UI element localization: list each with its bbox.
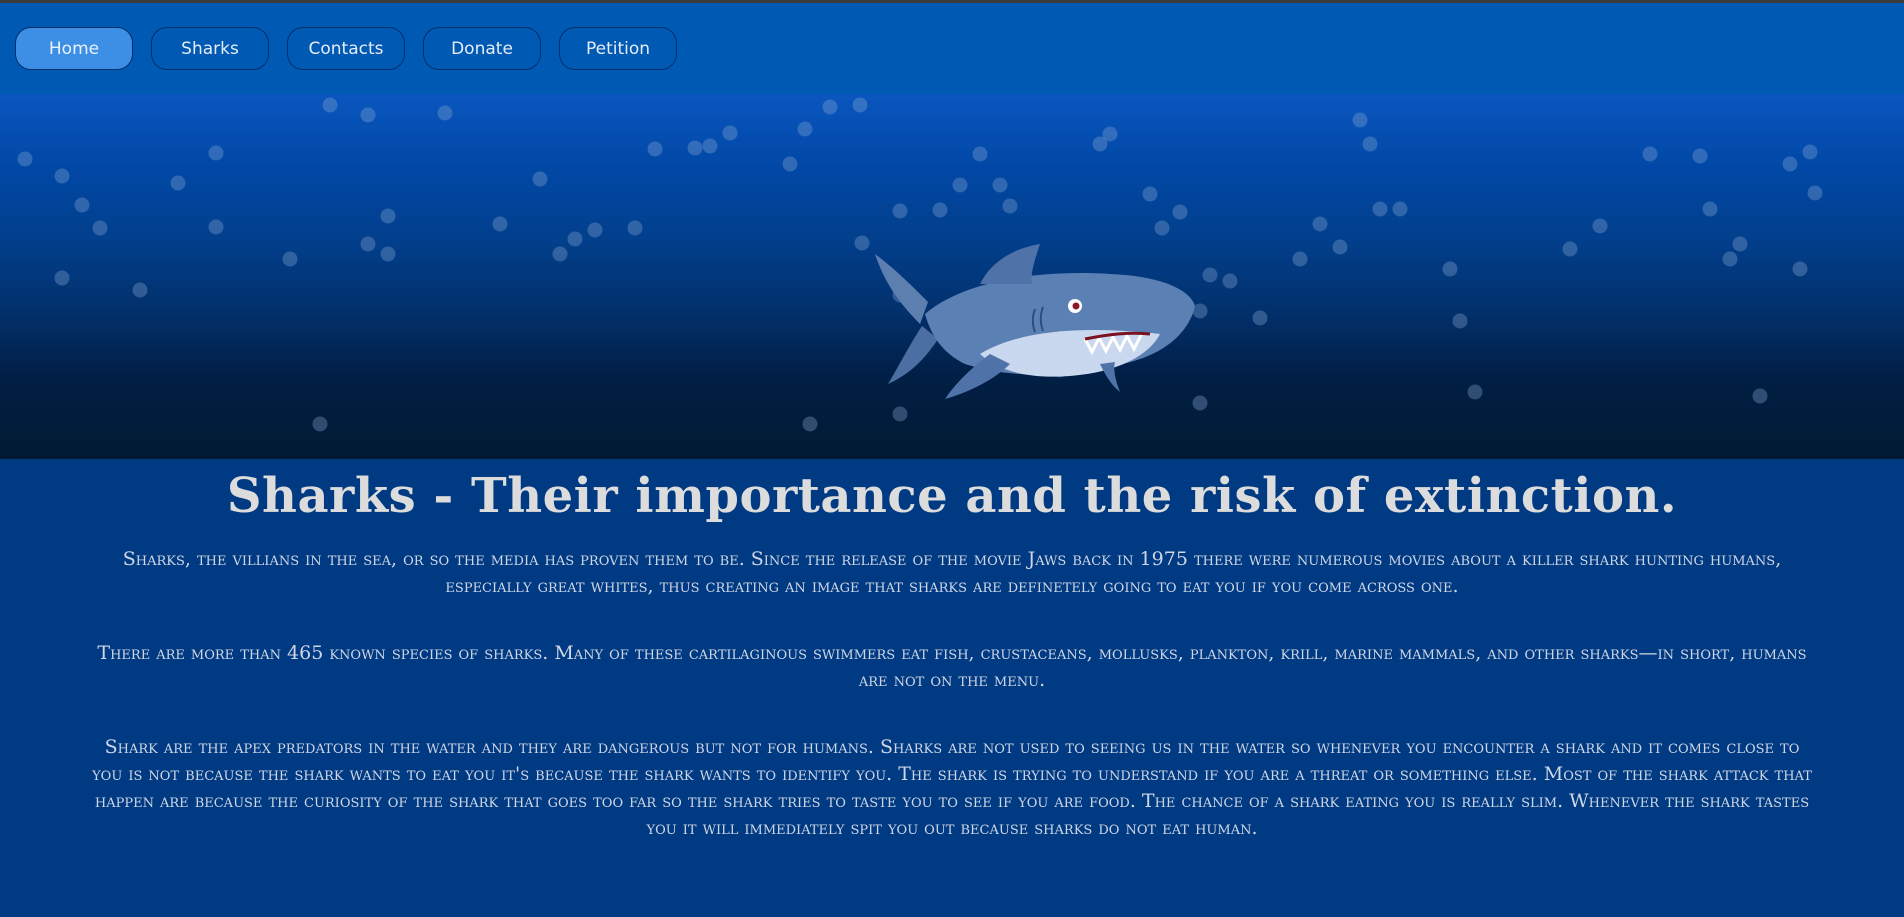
nav-sharks-button[interactable]: Sharks — [151, 27, 269, 70]
nav-donate-button[interactable]: Donate — [423, 27, 541, 70]
hero-banner — [0, 94, 1904, 459]
nav-home-button[interactable]: Home — [15, 27, 133, 70]
paragraph-intro: Sharks, the villians in the sea, or so t… — [122, 548, 1782, 597]
paragraph-apex-predators: Shark are the apex predators in the wate… — [92, 736, 1812, 839]
navbar: Home Sharks Contacts Donate Petition — [0, 3, 1904, 94]
shark-illustration — [875, 244, 1195, 399]
paragraph-species: There are more than 465 known species of… — [97, 642, 1807, 691]
title-strong: Sharks — [226, 468, 417, 524]
title-rest: - Their importance and the risk of extin… — [416, 468, 1678, 524]
nav-petition-button[interactable]: Petition — [559, 27, 677, 70]
nav-contacts-button[interactable]: Contacts — [287, 27, 405, 70]
page-title: Sharks - Their importance and the risk o… — [0, 468, 1904, 524]
